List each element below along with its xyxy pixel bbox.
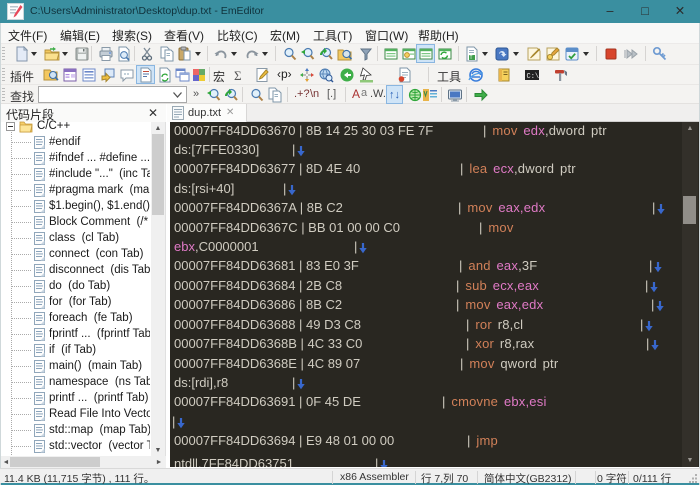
svg-text:T: T — [470, 55, 473, 61]
svg-text:C:\: C:\ — [527, 73, 540, 81]
svg-text:Σ: Σ — [234, 68, 242, 83]
